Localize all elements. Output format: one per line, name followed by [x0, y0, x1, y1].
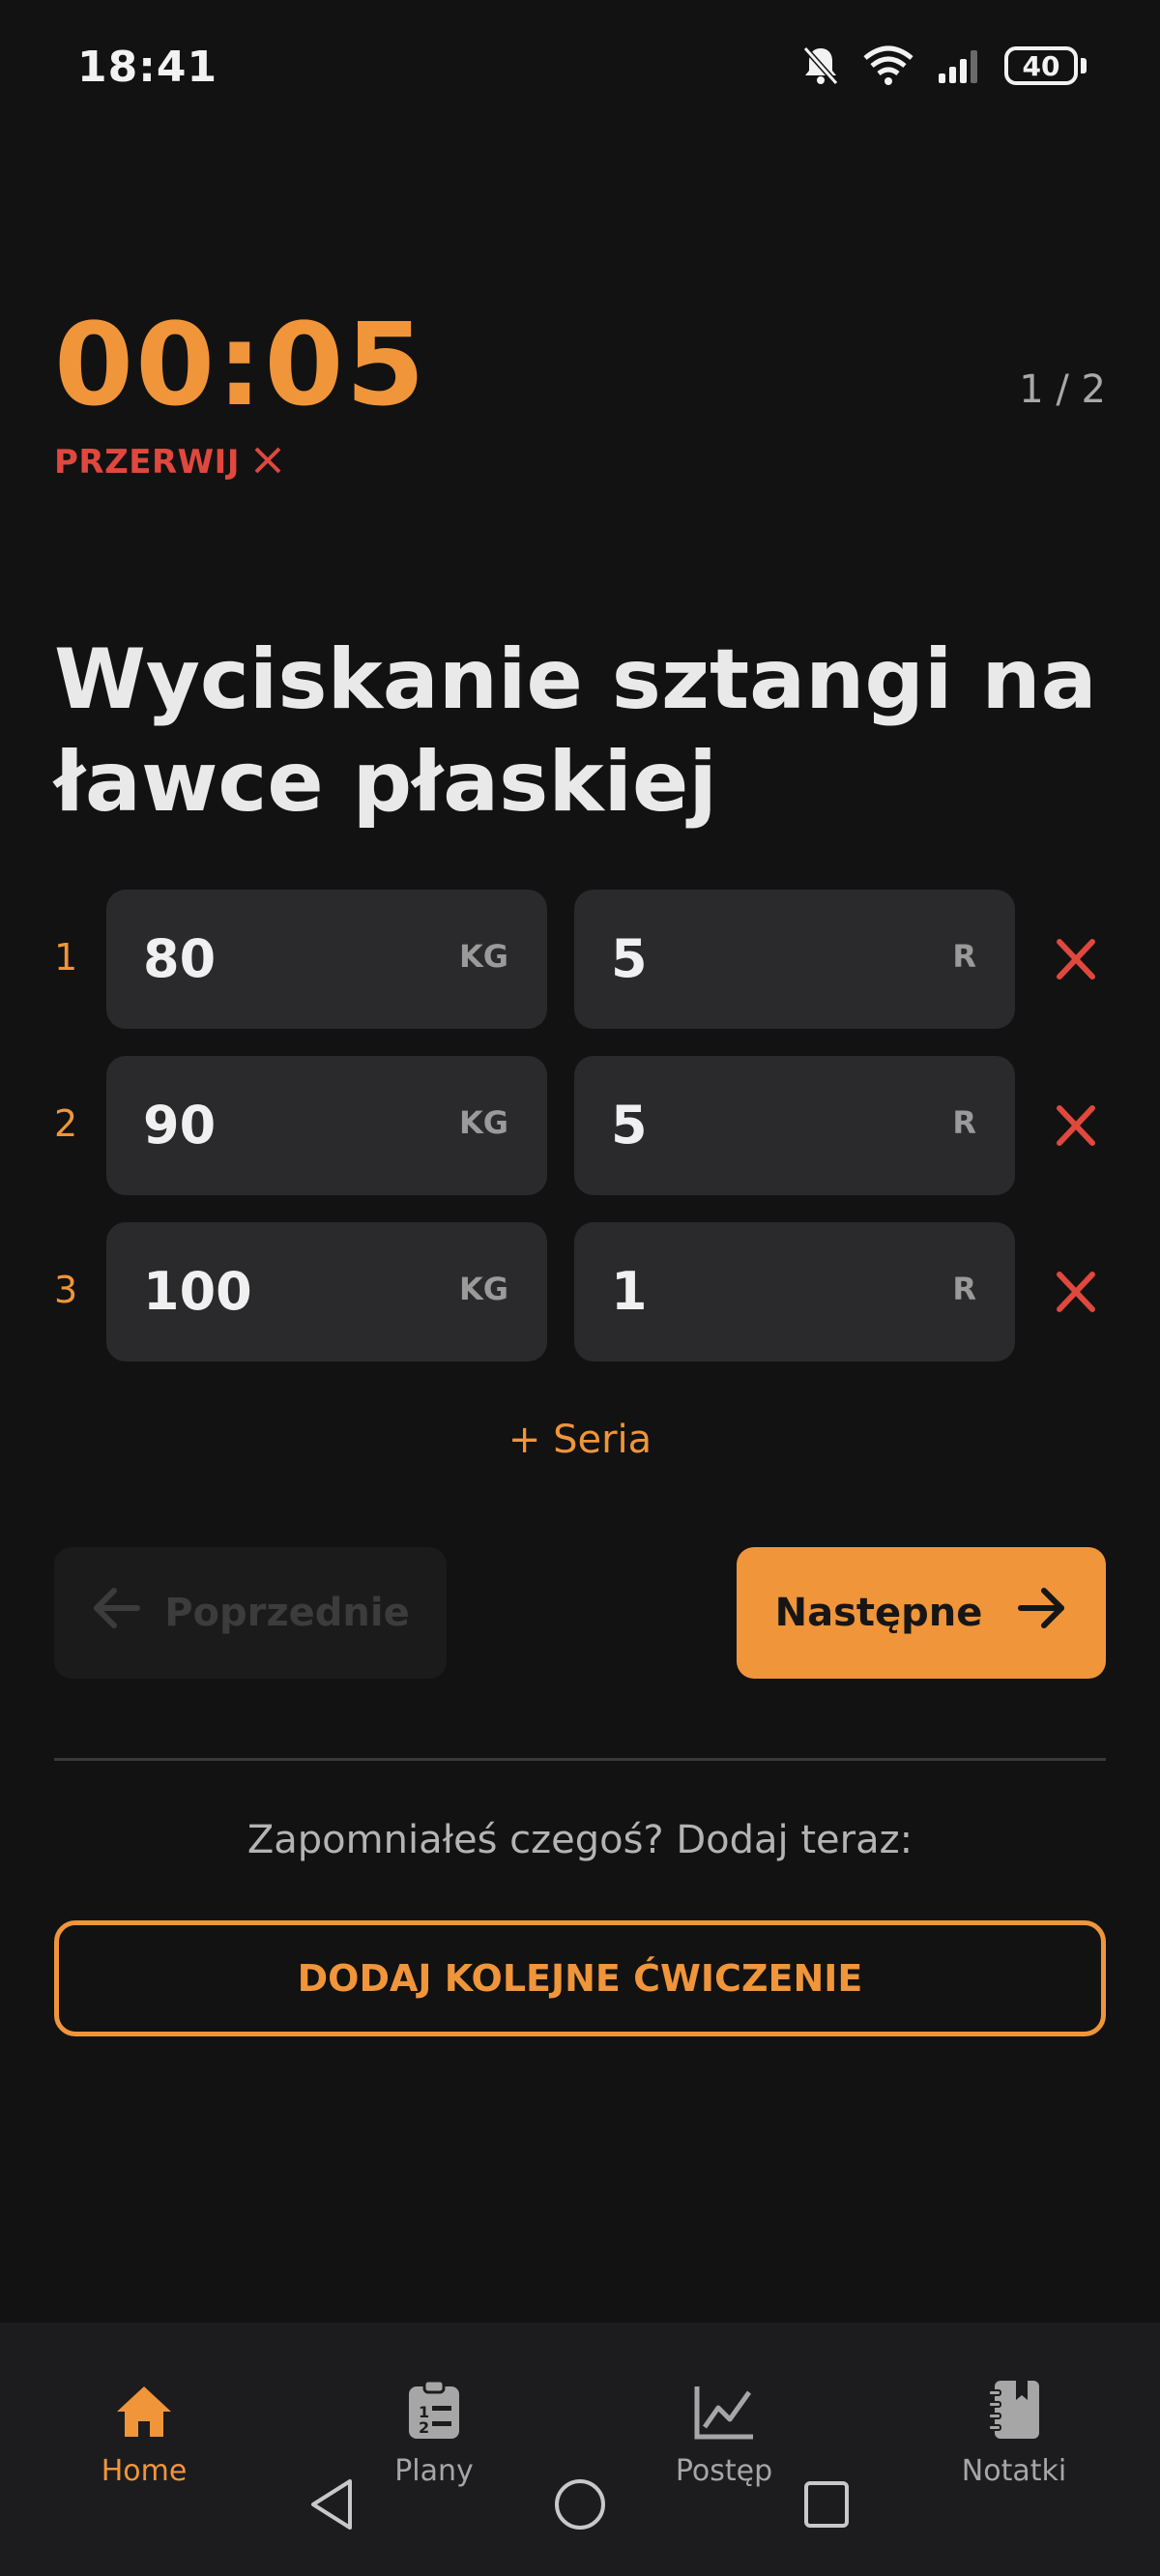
home-icon	[117, 2386, 171, 2437]
weight-value: 100	[143, 1261, 252, 1322]
clipboard-list-icon: 1 2	[409, 2379, 459, 2439]
recents-icon[interactable]	[802, 2477, 851, 2535]
reps-input[interactable]: 5 R	[574, 1056, 1015, 1195]
status-icons: 40	[801, 44, 1087, 87]
nav-item-postep[interactable]: Postęp	[608, 2371, 840, 2488]
reps-value: 1	[611, 1261, 648, 1322]
nav-item-plany[interactable]: 1 2 Plany	[318, 2371, 550, 2488]
previous-button[interactable]: Poprzednie	[54, 1547, 447, 1679]
weight-input[interactable]: 80 KG	[106, 890, 547, 1029]
set-number: 1	[54, 936, 78, 979]
status-time: 18:41	[77, 43, 218, 92]
remove-set-button[interactable]	[1050, 1265, 1102, 1319]
status-bar: 18:41 40	[0, 0, 1160, 145]
weight-unit: KG	[458, 1271, 508, 1307]
next-button[interactable]: Następne	[737, 1547, 1106, 1679]
close-icon	[1057, 1105, 1095, 1146]
reps-unit: R	[952, 1104, 976, 1141]
remove-set-button[interactable]	[1050, 1098, 1102, 1153]
close-icon	[1057, 1272, 1095, 1312]
exercise-title: Wyciskanie sztangi na ławce płaskiej	[54, 631, 1097, 831]
chart-line-icon	[694, 2386, 753, 2440]
signal-icon	[937, 46, 983, 85]
forgot-prompt: Zapomniałeś czegoś? Dodaj teraz:	[246, 1818, 914, 1862]
weight-unit: KG	[458, 938, 508, 975]
set-row: 2 90 KG 5 R	[0, 1056, 1160, 1195]
weight-unit: KG	[458, 1104, 508, 1141]
back-icon[interactable]	[307, 2477, 356, 2535]
reps-unit: R	[952, 1271, 976, 1307]
remove-set-button[interactable]	[1050, 932, 1102, 986]
next-label: Następne	[774, 1591, 983, 1635]
reps-unit: R	[952, 938, 976, 975]
cancel-rest-label: PRZERWIJ	[54, 443, 240, 482]
svg-text:2: 2	[419, 2418, 429, 2437]
wifi-icon	[861, 44, 915, 87]
arrow-right-icon	[1017, 1587, 1067, 1639]
close-icon	[253, 446, 282, 479]
set-number: 2	[54, 1102, 78, 1145]
weight-input[interactable]: 100 KG	[106, 1222, 547, 1361]
weight-input[interactable]: 90 KG	[106, 1056, 547, 1195]
set-number: 3	[54, 1269, 78, 1311]
add-set-button[interactable]: + Seria	[0, 1418, 1160, 1462]
cancel-rest-button[interactable]: PRZERWIJ	[54, 443, 282, 482]
set-row: 3 100 KG 1 R	[0, 1222, 1160, 1361]
nav-item-home[interactable]: Home	[28, 2371, 260, 2488]
bell-off-icon	[801, 44, 840, 87]
home-circle-icon[interactable]	[553, 2477, 607, 2535]
rest-timer: 00:05	[54, 298, 427, 431]
exercise-pager: 1 / 2	[1019, 367, 1106, 412]
notebook-icon	[988, 2381, 1039, 2439]
close-icon	[1057, 939, 1095, 980]
reps-value: 5	[611, 928, 648, 989]
reps-input[interactable]: 1 R	[574, 1222, 1015, 1361]
weight-value: 80	[143, 928, 217, 989]
nav-item-notatki[interactable]: Notatki	[898, 2371, 1130, 2488]
battery-icon: 40	[1004, 46, 1087, 85]
previous-label: Poprzednie	[164, 1591, 410, 1635]
reps-value: 5	[611, 1095, 648, 1156]
set-row: 1 80 KG 5 R	[0, 890, 1160, 1029]
reps-input[interactable]: 5 R	[574, 890, 1015, 1029]
workout-screen: 18:41 40 00:05 1 / 2 PRZERWIJ Wyciskanie…	[0, 0, 1160, 2576]
system-nav	[0, 2477, 1160, 2545]
battery-level: 40	[1004, 46, 1078, 85]
divider	[54, 1758, 1106, 1761]
weight-value: 90	[143, 1095, 217, 1156]
add-exercise-button[interactable]: DODAJ KOLEJNE ĆWICZENIE	[54, 1920, 1106, 2036]
arrow-left-icon	[91, 1587, 141, 1639]
